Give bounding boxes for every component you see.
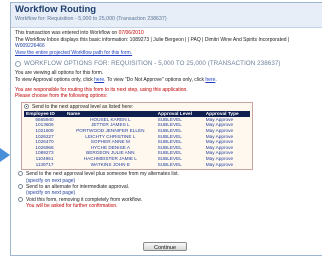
approval-info-line-2: To view Approval options only, click her…	[15, 77, 319, 84]
page-title: Workflow Routing	[15, 4, 97, 15]
responsible-line-1: You are responsible for routing this for…	[15, 86, 188, 93]
panel-header: Workflow Routing Workflow for: Requisiti…	[11, 3, 322, 28]
workflow-options-header: WORKFLOW OPTIONS FOR: REQUISITION - 5,00…	[15, 59, 319, 68]
cell-employee-id: 1139717	[35, 161, 54, 167]
intro-entered-text: This transaction was entered into Workfl…	[15, 30, 119, 36]
send-next-radio[interactable]	[24, 103, 29, 109]
intro-line-1: This transaction was entered into Workfl…	[15, 30, 319, 37]
send-next-label: Send to the next approval level as liste…	[32, 103, 134, 110]
left-margin-arrow	[0, 0, 10, 256]
cell-name: PORTWOOD JENNIFER ELLEN	[76, 128, 145, 134]
void-note: You will be asked for further confirmati…	[26, 203, 118, 210]
void-radio[interactable]	[18, 196, 23, 202]
intro-line-3: W009226466	[15, 43, 45, 50]
send-next-option[interactable]: Send to the next approval level as liste…	[24, 104, 250, 111]
cell-approval-level: SUBLEVEL	[157, 161, 182, 167]
cell-name: WATKINS JOHN E	[90, 161, 130, 167]
intro-line-2: The Workflow Inbox displays this basic i…	[15, 36, 290, 43]
intermediate-label: Send to an alternate for intermediate ap…	[26, 183, 130, 190]
options-circle-icon	[15, 60, 21, 67]
continue-button[interactable]: Continue	[143, 242, 187, 251]
page-subtitle: Workflow for: Requisition - 5,000 to 25,…	[15, 16, 167, 22]
intermediate-radio[interactable]	[18, 184, 23, 190]
view-projected-path-link[interactable]: View the entire projected Workflow path …	[15, 50, 132, 56]
responsible-line-2: Please choose from the following options…	[15, 93, 108, 100]
cell-approval-type: May Approve	[205, 161, 234, 167]
approvers-table: Employee ID Name Approval Level Approval…	[24, 111, 250, 167]
alternates-label: Send to the next approval level plus som…	[26, 171, 179, 178]
approval-info-prefix: To view Approval options only, click	[15, 76, 95, 83]
entered-date: 07/06/2010	[118, 30, 144, 36]
table-row: 1139717 WATKINS JOHN E SUBLEVEL May Approve	[24, 162, 250, 168]
do-not-approve-link[interactable]: here	[205, 77, 215, 83]
approval-info-line-1: You are viewing all options for this for…	[15, 70, 104, 77]
approval-options-link[interactable]: here	[94, 77, 104, 83]
workflow-routing-panel: Workflow Routing Workflow for: Requisiti…	[10, 2, 322, 256]
arrow-pointer-icon	[0, 148, 10, 162]
panel-body: This transaction was entered into Workfl…	[11, 28, 322, 210]
approval-info-suffix: .	[215, 76, 217, 83]
alternates-radio[interactable]	[18, 171, 23, 177]
options-header-text: WORKFLOW OPTIONS FOR: REQUISITION - 5,00…	[24, 60, 281, 68]
approval-info-mid: . To view "Do Not Approve" options only,…	[104, 76, 206, 83]
send-next-option-box: Send to the next approval level as liste…	[21, 101, 253, 171]
void-label: Void this form, removing it completely f…	[26, 196, 143, 203]
other-options: Send to the next approval level plus som…	[18, 171, 319, 209]
